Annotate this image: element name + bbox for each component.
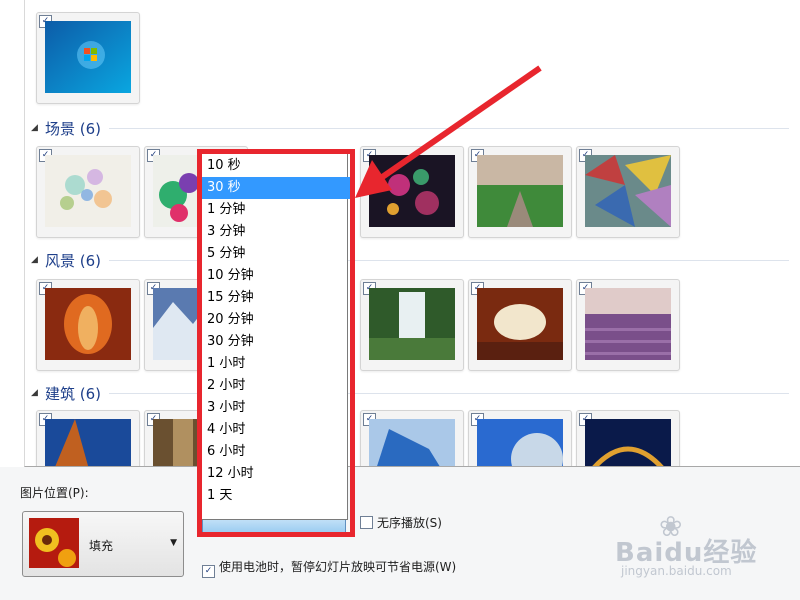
wallpaper-thumb[interactable]: ✓ bbox=[468, 410, 572, 466]
shuffle-checkbox[interactable]: 无序播放(S) bbox=[360, 514, 442, 531]
interval-option[interactable]: 12 小时 bbox=[207, 463, 343, 485]
chevron-down-icon[interactable]: ▼ bbox=[170, 538, 177, 548]
interval-option[interactable]: 6 小时 bbox=[207, 441, 343, 463]
wallpaper-image bbox=[369, 419, 455, 466]
interval-option[interactable]: 15 分钟 bbox=[207, 287, 343, 309]
wallpaper-image bbox=[369, 155, 455, 227]
wallpaper-list[interactable]: ✓ ◢ 场景 (6) ✓ ✓ ✓ bbox=[24, 0, 800, 467]
wallpaper-thumb[interactable]: ✓ bbox=[36, 410, 140, 466]
wallpaper-thumb[interactable]: ✓ bbox=[468, 279, 572, 371]
battery-pause-checkbox[interactable]: ✓ 使用电池时，暂停幻灯片放映可节省电源(W) bbox=[202, 558, 456, 578]
wallpaper-thumb[interactable]: ✓ bbox=[576, 410, 680, 466]
wallpaper-thumb[interactable]: ✓ bbox=[468, 146, 572, 238]
group-title: 风景 (6) bbox=[45, 252, 102, 270]
checkbox[interactable] bbox=[360, 516, 373, 529]
wallpaper-thumb-windows[interactable]: ✓ bbox=[36, 12, 140, 104]
baidu-watermark: ❀ Baidu经验 jingyan.baidu.com bbox=[615, 510, 775, 580]
watermark-site: jingyan.baidu.com bbox=[621, 564, 732, 578]
interval-option[interactable]: 10 分钟 bbox=[207, 265, 343, 287]
wallpaper-image bbox=[585, 155, 671, 227]
flower-preview-image bbox=[29, 518, 79, 568]
battery-label: 使用电池时，暂停幻灯片放映可节省电源(W) bbox=[219, 560, 457, 574]
interval-option[interactable]: 4 小时 bbox=[207, 419, 343, 441]
interval-option[interactable]: 1 天 bbox=[207, 485, 343, 507]
collapse-triangle-icon[interactable]: ◢ bbox=[31, 255, 38, 265]
picture-position-value: 填充 bbox=[89, 539, 114, 553]
interval-option[interactable]: 5 分钟 bbox=[207, 243, 343, 265]
wallpaper-image bbox=[477, 155, 563, 227]
shuffle-label: 无序播放(S) bbox=[377, 516, 442, 530]
group-header-landscapes[interactable]: ◢ 风景 (6) bbox=[29, 250, 789, 270]
wallpaper-image bbox=[477, 288, 563, 360]
group-title: 场景 (6) bbox=[45, 120, 102, 138]
interval-option[interactable]: 3 小时 bbox=[207, 397, 343, 419]
interval-dropdown-list[interactable]: 10 秒 30 秒 1 分钟 3 分钟 5 分钟 10 分钟 15 分钟 20 … bbox=[200, 152, 351, 520]
wallpaper-thumb[interactable]: ✓ bbox=[576, 279, 680, 371]
collapse-triangle-icon[interactable]: ◢ bbox=[31, 123, 38, 133]
wallpaper-thumb[interactable]: ✓ bbox=[360, 146, 464, 238]
wallpaper-thumb[interactable]: ✓ bbox=[36, 279, 140, 371]
interval-option[interactable]: 10 秒 bbox=[207, 155, 343, 177]
divider bbox=[109, 128, 789, 129]
picture-position-combo[interactable]: 填充 ▼ bbox=[22, 511, 184, 577]
interval-option[interactable]: 1 小时 bbox=[207, 353, 343, 375]
wallpaper-image bbox=[585, 288, 671, 360]
collapse-triangle-icon[interactable]: ◢ bbox=[31, 388, 38, 398]
wallpaper-thumb[interactable]: ✓ bbox=[36, 146, 140, 238]
wallpaper-image bbox=[45, 155, 131, 227]
wallpaper-image bbox=[585, 419, 671, 466]
wallpaper-image bbox=[45, 288, 131, 360]
checkbox[interactable]: ✓ bbox=[202, 565, 215, 578]
interval-option[interactable]: 3 分钟 bbox=[207, 221, 343, 243]
wallpaper-image bbox=[45, 21, 131, 93]
group-header-architecture[interactable]: ◢ 建筑 (6) bbox=[29, 383, 789, 403]
wallpaper-thumb[interactable]: ✓ bbox=[576, 146, 680, 238]
interval-option[interactable]: 20 分钟 bbox=[207, 309, 343, 331]
group-header-scenes[interactable]: ◢ 场景 (6) bbox=[29, 118, 789, 138]
group-title: 建筑 (6) bbox=[45, 385, 102, 403]
wallpaper-thumb[interactable]: ✓ bbox=[360, 410, 464, 466]
interval-option-selected[interactable]: 30 秒 bbox=[201, 177, 351, 199]
wallpaper-image bbox=[45, 419, 131, 466]
picture-position-label: 图片位置(P): bbox=[20, 486, 89, 500]
interval-option[interactable]: 1 分钟 bbox=[207, 199, 343, 221]
wallpaper-thumb[interactable]: ✓ bbox=[360, 279, 464, 371]
wallpaper-image bbox=[369, 288, 455, 360]
interval-option[interactable]: 2 小时 bbox=[207, 375, 343, 397]
wallpaper-image bbox=[477, 419, 563, 466]
interval-option[interactable]: 30 分钟 bbox=[207, 331, 343, 353]
